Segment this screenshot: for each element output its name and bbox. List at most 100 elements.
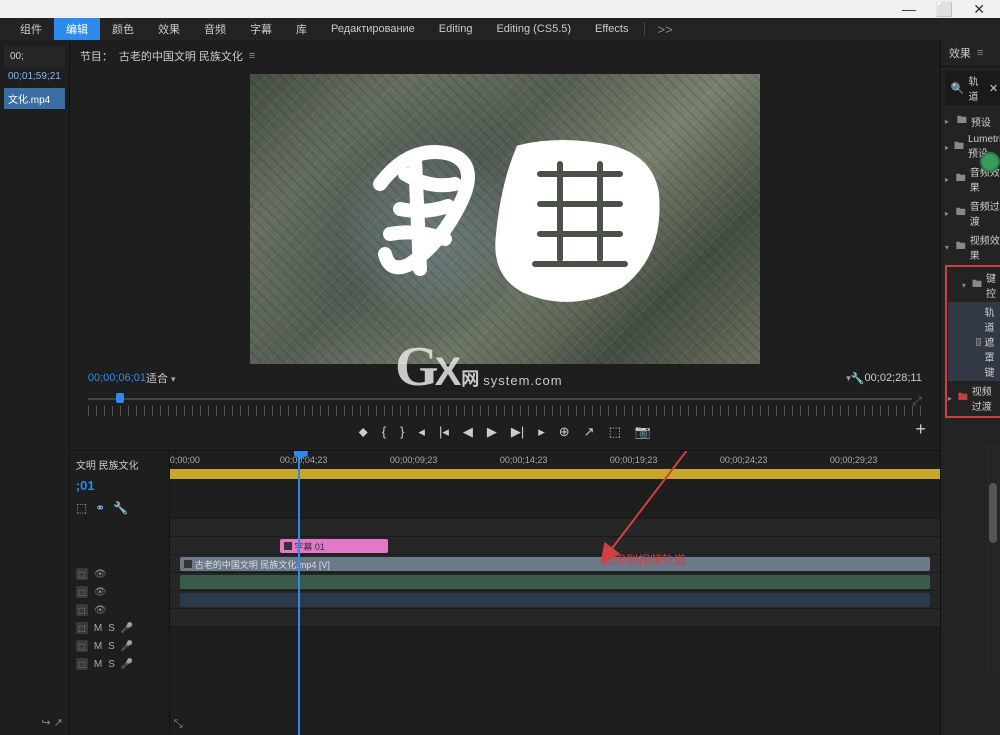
clear-search-icon[interactable]: ✕ — [989, 82, 998, 95]
mic-icon[interactable]: 🎤 — [121, 641, 133, 652]
menu-components[interactable]: 组件 — [8, 18, 54, 40]
fx-folder-presets[interactable]: ▸🖿预设 — [945, 111, 1000, 132]
step-fwd-icon[interactable]: ▶| — [511, 424, 524, 440]
settings-icon[interactable]: 🔧 — [851, 372, 865, 385]
eye-icon[interactable]: 👁 — [94, 605, 107, 616]
sequence-tab[interactable]: 文明 民族文化 — [74, 455, 165, 474]
menu-library[interactable]: 库 — [284, 18, 319, 40]
track-toggle-icon[interactable]: ⬚ — [76, 640, 88, 652]
mute-label[interactable]: M — [94, 659, 102, 670]
audio-clip[interactable] — [180, 575, 930, 589]
folder-icon: 🖿 — [956, 171, 966, 188]
menu-overflow[interactable]: >> — [649, 22, 680, 37]
ruler-tick: 0;00;00 — [170, 455, 280, 465]
effects-tab-label[interactable]: 效果 — [949, 45, 971, 61]
folder-icon: 🖿 — [956, 239, 966, 256]
wrench-icon[interactable]: 🔧 — [113, 501, 128, 515]
menu-color[interactable]: 颜色 — [100, 18, 146, 40]
transport-controls: ⬥ { } ◂ |◂ ◀ ▶ ▶| ▸ ⊕ ↗ ⬚ 📷 — [74, 416, 936, 448]
time-ruler[interactable]: 0;00;00 00;00;04;23 00;00;09;23 00;00;14… — [170, 451, 940, 479]
audio-track-2[interactable] — [170, 591, 940, 609]
timeline-tracks[interactable]: 0;00;00 00;00;04;23 00;00;09;23 00;00;14… — [170, 451, 940, 735]
lift-icon[interactable]: ↗ — [584, 424, 595, 440]
video-track-1[interactable]: 古老的中国文明 民族文化.mp4 [V] — [170, 555, 940, 573]
monitor-tab-name[interactable]: 古老的中国文明 民族文化 — [119, 48, 243, 64]
solo-label[interactable]: S — [108, 623, 115, 634]
eye-icon[interactable]: 👁 — [94, 587, 107, 598]
step-fwd-multi-icon[interactable]: ▸ — [538, 424, 545, 440]
mute-label[interactable]: M — [94, 641, 102, 652]
playhead-line[interactable] — [298, 451, 300, 735]
mute-label[interactable]: M — [94, 623, 102, 634]
step-back-multi-icon[interactable]: ◂ — [418, 424, 425, 440]
ruler-tick: 00;00;29;23 — [830, 455, 940, 465]
menu-editing-ru[interactable]: Редактирование — [319, 20, 427, 38]
work-area-bar[interactable] — [170, 469, 940, 479]
solo-label[interactable]: S — [108, 641, 115, 652]
user-avatar[interactable] — [980, 152, 1000, 172]
scrubber-head[interactable] — [116, 393, 124, 403]
play-icon[interactable]: ▶ — [487, 424, 497, 440]
eye-icon[interactable]: 👁 — [94, 569, 107, 580]
project-item[interactable]: 文化.mp4 — [4, 88, 65, 109]
play-back-icon[interactable]: ◀ — [463, 424, 473, 440]
effects-menu-icon[interactable]: ≡ — [977, 47, 983, 59]
calligraphy-overlay — [360, 114, 680, 314]
title-clip[interactable]: 字幕 01 — [280, 539, 388, 553]
fx-folder-video-trans[interactable]: ▸🖿视频过渡 — [948, 381, 1000, 415]
solo-label[interactable]: S — [108, 659, 115, 670]
timeline-scrollbar[interactable] — [986, 443, 1000, 673]
program-viewport[interactable] — [250, 74, 760, 364]
fx-track-matte-key[interactable]: 轨道遮罩键 — [948, 302, 1000, 381]
snapshot-icon[interactable]: 📷 — [635, 424, 651, 440]
track-toggle-icon[interactable]: ⬚ — [76, 568, 88, 580]
project-tab[interactable]: 00; — [4, 46, 65, 67]
add-button[interactable]: + — [915, 419, 926, 440]
menu-editing[interactable]: Editing — [427, 20, 485, 38]
effects-search[interactable]: 🔍 轨道 ✕ — [945, 71, 1000, 105]
snap-icon[interactable]: ⬚ — [76, 501, 87, 515]
mark-in-icon[interactable]: ⬥ — [359, 424, 368, 440]
extract-icon[interactable]: ⬚ — [609, 424, 621, 440]
current-timecode[interactable]: 00;00;06;01 — [88, 372, 146, 384]
export-icon[interactable]: ↗ — [54, 717, 63, 729]
track-toggle-icon[interactable]: ⬚ — [76, 658, 88, 670]
scrollbar-thumb[interactable] — [989, 483, 997, 543]
new-item-icon[interactable]: ↪ — [41, 717, 50, 729]
search-input[interactable]: 轨道 — [965, 73, 989, 103]
fit-dropdown[interactable]: 适合 ▾ — [146, 370, 176, 386]
menu-editing-cs55[interactable]: Editing (CS5.5) — [484, 20, 583, 38]
video-clip[interactable]: 古老的中国文明 民族文化.mp4 [V] — [180, 557, 930, 571]
bracket-out-icon[interactable]: } — [400, 424, 404, 440]
monitor-menu-icon[interactable]: ≡ — [249, 50, 256, 62]
menu-effects2[interactable]: Effects — [583, 20, 640, 38]
step-back-icon[interactable]: |◂ — [439, 424, 449, 440]
maximize-button[interactable]: ⬜ — [936, 1, 953, 18]
monitor-scrubber[interactable]: ⤢ — [88, 394, 922, 404]
video-track-2[interactable]: 字幕 01 — [170, 537, 940, 555]
fx-folder-video-fx[interactable]: ▾🖿视频效果 — [945, 230, 1000, 264]
link-icon[interactable]: ⚭ — [95, 501, 105, 515]
menu-edit[interactable]: 编辑 — [54, 18, 100, 40]
audio-track-1[interactable] — [170, 573, 940, 591]
menu-effects[interactable]: 效果 — [146, 18, 192, 40]
audio-track-3[interactable] — [170, 609, 940, 627]
menu-captions[interactable]: 字幕 — [238, 18, 284, 40]
timeline-timecode[interactable]: ;01 — [74, 474, 165, 497]
video-track-3[interactable] — [170, 519, 940, 537]
track-toggle-icon[interactable]: ⬚ — [76, 604, 88, 616]
minimize-button[interactable]: — — [902, 1, 916, 17]
close-button[interactable]: ✕ — [973, 1, 985, 18]
expand-icon[interactable]: ⤢ — [912, 394, 922, 409]
track-toggle-icon[interactable]: ⬚ — [76, 586, 88, 598]
fx-folder-keying[interactable]: ▾🖿键控 — [948, 268, 1000, 302]
bracket-in-icon[interactable]: { — [382, 424, 386, 440]
audio-clip[interactable] — [180, 593, 930, 607]
fx-folder-audio-trans[interactable]: ▸🖿音频过渡 — [945, 196, 1000, 230]
track-toggle-icon[interactable]: ⬚ — [76, 622, 88, 634]
insert-icon[interactable]: ⊕ — [559, 424, 570, 440]
menu-audio[interactable]: 音频 — [192, 18, 238, 40]
timeline-expand-icon[interactable]: ⤡ — [174, 718, 183, 731]
mic-icon[interactable]: 🎤 — [121, 623, 133, 634]
mic-icon[interactable]: 🎤 — [121, 659, 133, 670]
